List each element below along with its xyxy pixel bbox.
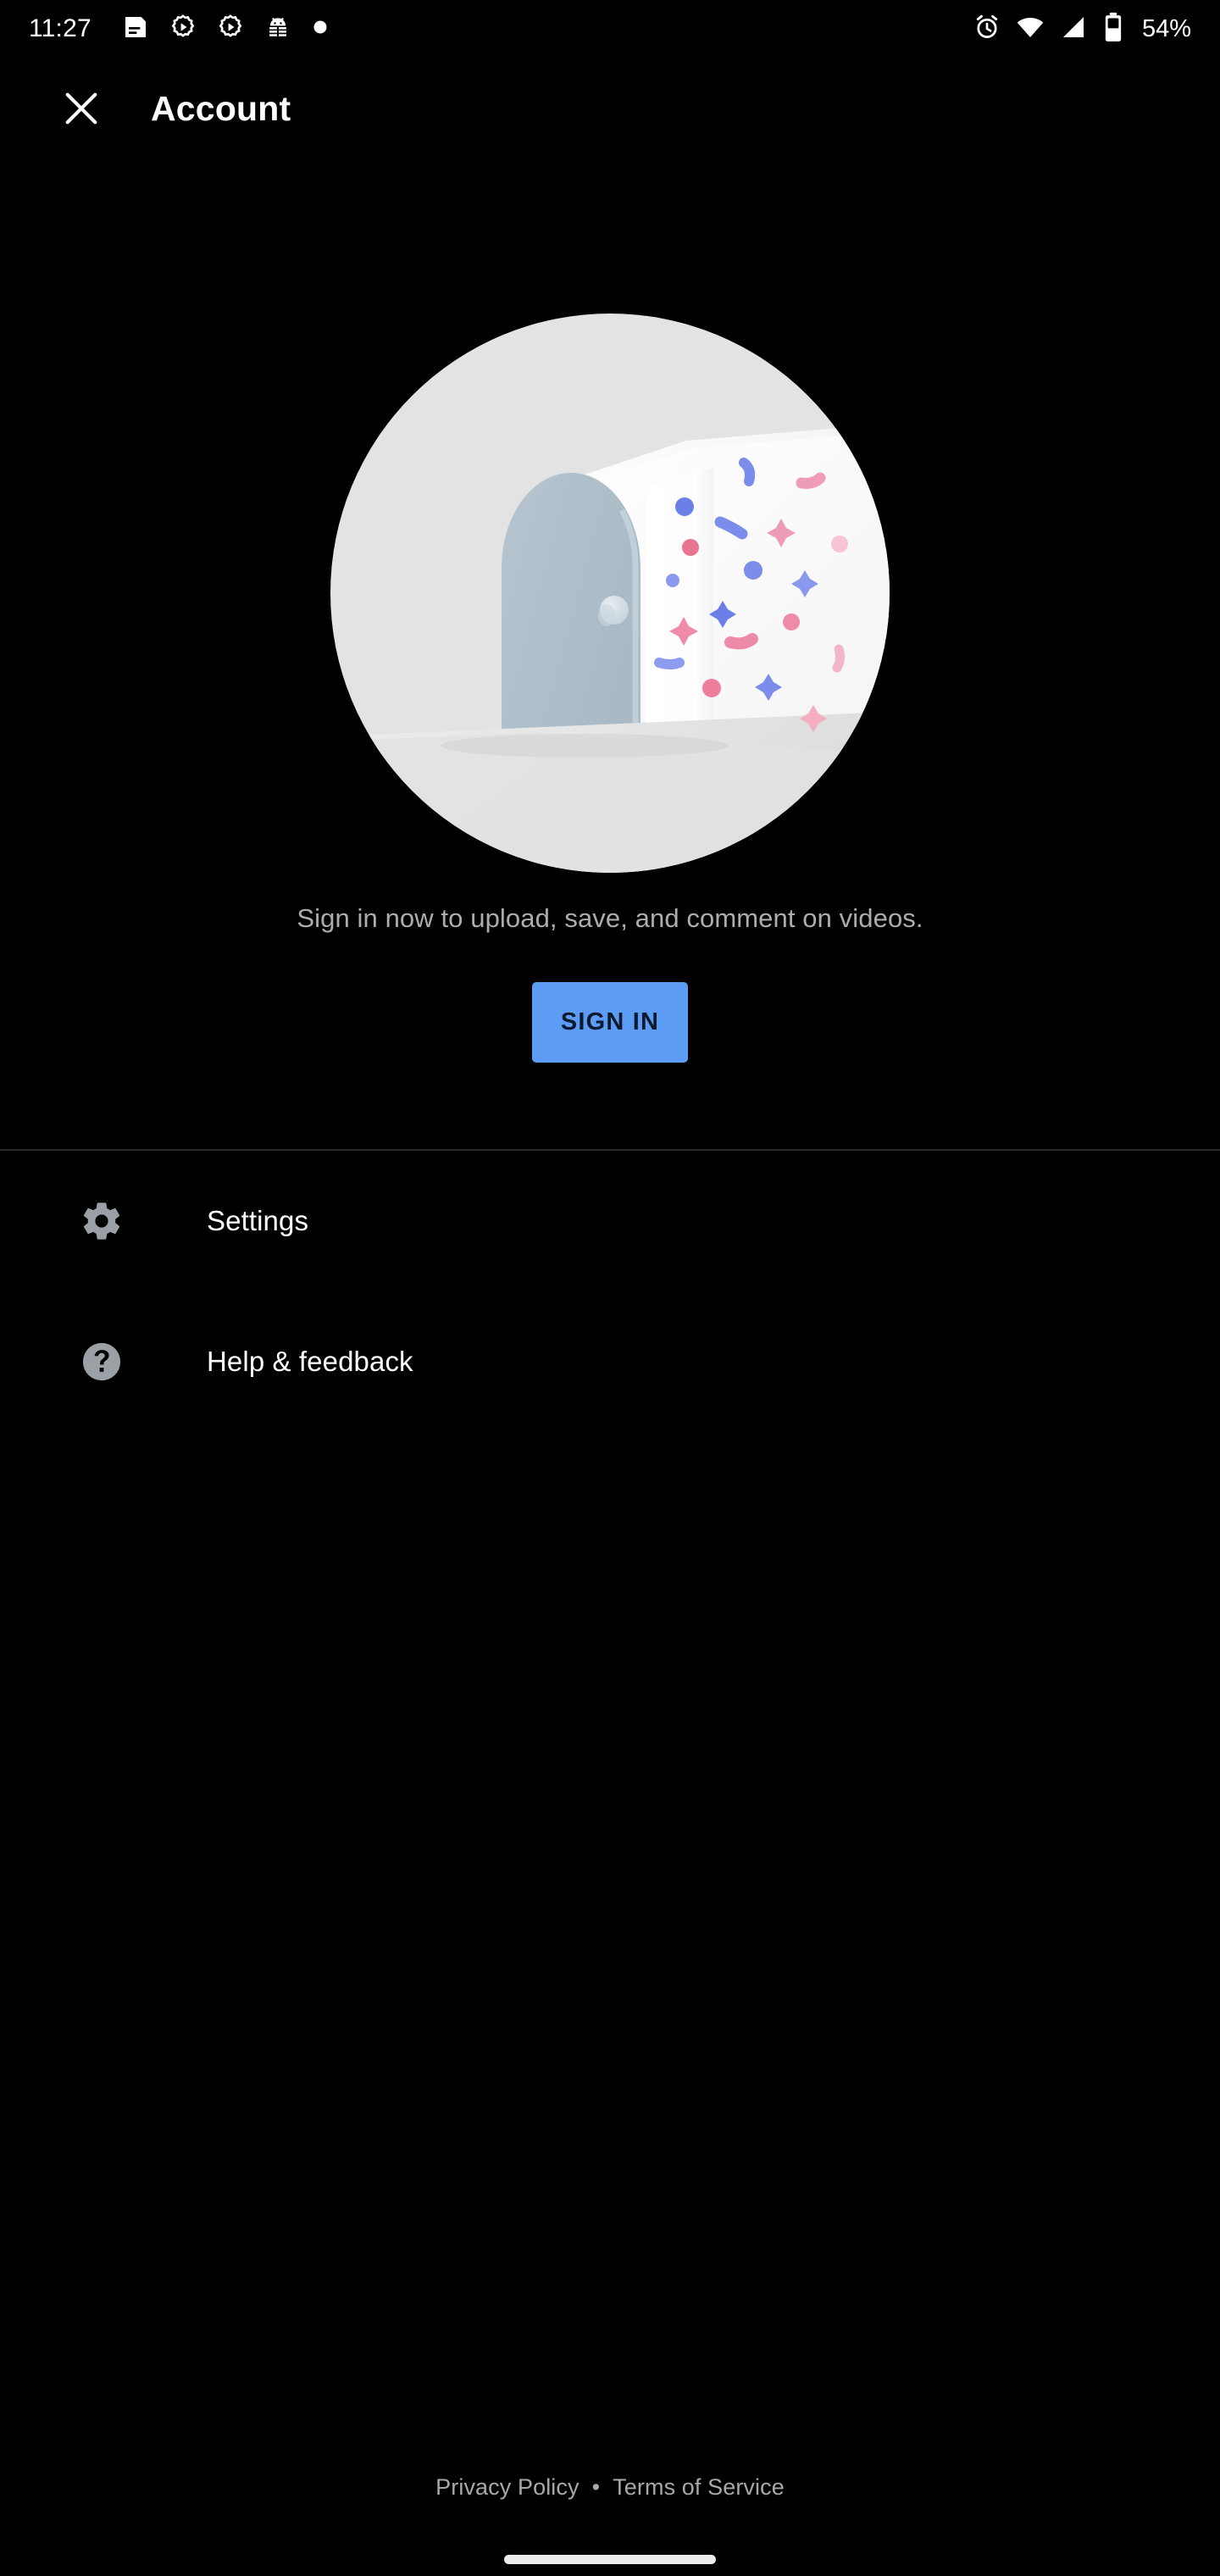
- google-play-settings-icon: [169, 14, 197, 45]
- legal-footer: Privacy Policy • Terms of Service: [0, 2474, 1220, 2501]
- google-play-settings-icon-2: [217, 14, 244, 45]
- description-icon: [122, 14, 149, 45]
- close-button[interactable]: [41, 68, 122, 149]
- gesture-navigation-handle[interactable]: [504, 2555, 716, 2564]
- status-bar-notification-icons: [122, 14, 329, 45]
- close-icon: [65, 92, 97, 125]
- status-bar-left: 11:27: [29, 14, 329, 45]
- menu-item-label-settings: Settings: [207, 1205, 309, 1236]
- footer-separator: •: [591, 2474, 601, 2500]
- open-door-confetti-illustration: [330, 314, 890, 873]
- battery-icon: [1102, 12, 1124, 47]
- page-title: Account: [151, 88, 291, 128]
- privacy-policy-link[interactable]: Privacy Policy: [435, 2474, 579, 2501]
- dot-notification-icon: [312, 19, 329, 40]
- account-screen: 11:27 54% Account Sign in now to upload,…: [0, 0, 1220, 2576]
- status-bar-system-icons: 54%: [973, 12, 1191, 47]
- app-bar: Account: [0, 58, 1220, 159]
- alarm-icon: [973, 13, 1001, 46]
- gear-icon: [78, 1197, 125, 1245]
- account-menu-list: Settings Help & feedback: [0, 1151, 1220, 1432]
- android-debug-icon: [264, 14, 291, 45]
- cellular-signal-icon: [1059, 13, 1088, 46]
- battery-percent-label: 54%: [1141, 14, 1191, 42]
- signed-out-hero: Sign in now to upload, save, and comment…: [0, 159, 1220, 1149]
- help-circle-icon: [78, 1338, 125, 1385]
- sign-in-caption: Sign in now to upload, save, and comment…: [297, 903, 923, 933]
- menu-item-label-help-feedback: Help & feedback: [207, 1346, 413, 1377]
- sign-in-button[interactable]: SIGN IN: [531, 982, 689, 1063]
- wifi-icon: [1016, 13, 1045, 46]
- menu-item-help-feedback[interactable]: Help & feedback: [0, 1291, 1220, 1432]
- terms-of-service-link[interactable]: Terms of Service: [613, 2474, 785, 2501]
- status-bar: 11:27 54%: [0, 0, 1220, 58]
- menu-item-settings[interactable]: Settings: [0, 1151, 1220, 1291]
- status-bar-clock: 11:27: [29, 14, 92, 42]
